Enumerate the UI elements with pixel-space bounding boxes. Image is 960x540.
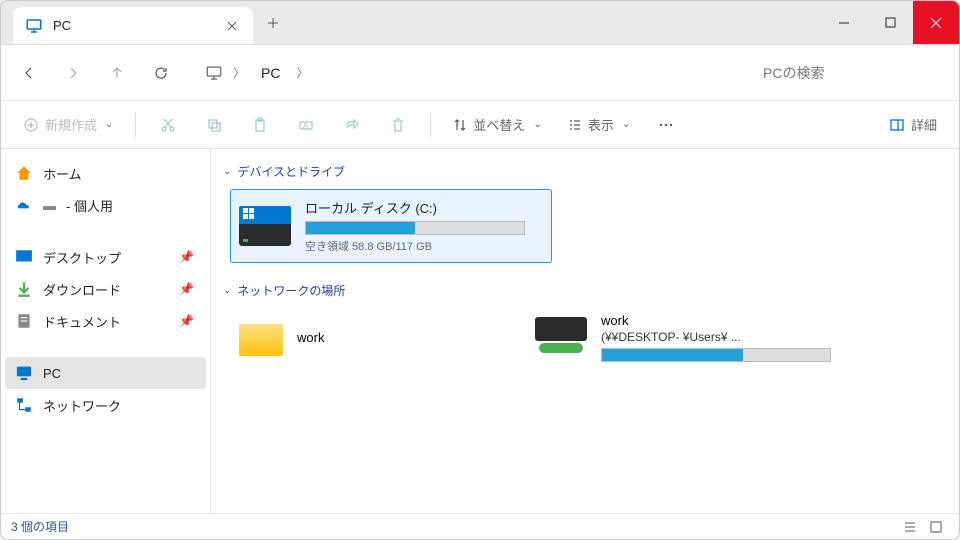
share-capacity-bar <box>601 348 831 362</box>
details-pane-icon <box>889 117 905 133</box>
breadcrumb-pc[interactable]: PC <box>255 61 286 85</box>
content-area: ⌄ デバイスとドライブ ローカル ディスク (C:) 空き領域 58.8 GB/… <box>211 149 959 513</box>
view-details-button[interactable] <box>897 517 923 537</box>
drive-local-c[interactable]: ローカル ディスク (C:) 空き領域 58.8 GB/117 GB <box>231 190 551 262</box>
back-button[interactable] <box>9 53 49 93</box>
pc-icon <box>15 364 33 382</box>
share-button[interactable] <box>332 108 372 142</box>
section-network-header[interactable]: ⌄ ネットワークの場所 <box>211 278 959 303</box>
cut-icon <box>160 117 176 133</box>
folder-icon <box>239 320 283 356</box>
cut-button[interactable] <box>148 108 188 142</box>
downloads-icon <box>15 280 33 298</box>
sidebar: ホーム ▬ - 個人用 デスクトップ 📌 ダウンロード 📌 ドキュメント 📌 <box>1 149 211 513</box>
copy-icon <box>206 117 222 133</box>
sidebar-item-downloads[interactable]: ダウンロード 📌 <box>5 273 206 305</box>
paste-button[interactable] <box>240 108 280 142</box>
drive-capacity-bar <box>305 221 525 235</box>
minimize-button[interactable] <box>821 1 867 44</box>
sidebar-item-documents[interactable]: ドキュメント 📌 <box>5 305 206 337</box>
sidebar-item-network[interactable]: ネットワーク <box>5 389 206 421</box>
desktop-icon <box>15 248 33 266</box>
statusbar: 3 個の項目 <box>1 513 959 539</box>
rename-icon: A <box>298 117 314 133</box>
svg-text:A: A <box>303 123 308 130</box>
chevron-down-icon: ⌄ <box>223 285 231 296</box>
more-icon <box>658 117 674 133</box>
pin-icon: 📌 <box>179 250 194 264</box>
paste-icon <box>252 117 268 133</box>
view-button[interactable]: 表示 ⌄ <box>558 108 640 142</box>
sort-icon <box>453 118 467 132</box>
network-icon <box>15 396 33 414</box>
share-name: work <box>601 313 867 328</box>
rename-button[interactable]: A <box>286 108 326 142</box>
delete-button[interactable] <box>378 108 418 142</box>
pin-icon: 📌 <box>179 282 194 296</box>
addressbar: 〉 PC 〉 <box>1 45 959 101</box>
view-icon <box>568 118 582 132</box>
folder-label: work <box>297 330 324 345</box>
titlebar: PC <box>1 1 959 45</box>
network-drive-icon <box>535 313 587 353</box>
network-folder-work[interactable]: work <box>231 309 511 366</box>
search-input[interactable] <box>751 57 951 89</box>
sort-button[interactable]: 並べ替え ⌄ <box>443 108 551 142</box>
tab-current[interactable]: PC <box>13 7 253 44</box>
new-button[interactable]: 新規作成 ⌄ <box>13 108 123 142</box>
chevron-down-icon: ⌄ <box>533 119 541 130</box>
share-icon <box>344 117 360 133</box>
tab-title: PC <box>53 18 213 33</box>
drive-name: ローカル ディスク (C:) <box>305 198 543 217</box>
section-devices-header[interactable]: ⌄ デバイスとドライブ <box>211 159 959 184</box>
toolbar: 新規作成 ⌄ A 並べ替え ⌄ 表示 ⌄ 詳細 <box>1 101 959 149</box>
home-icon <box>15 164 33 182</box>
sidebar-item-pc[interactable]: PC <box>5 357 206 389</box>
sidebar-item-onedrive[interactable]: ▬ - 個人用 <box>5 189 206 221</box>
maximize-button[interactable] <box>867 1 913 44</box>
share-path: (¥¥DESKTOP- ¥Users¥ ... <box>601 330 867 344</box>
delete-icon <box>390 117 406 133</box>
forward-button[interactable] <box>53 53 93 93</box>
network-share-work[interactable]: work (¥¥DESKTOP- ¥Users¥ ... <box>531 309 871 366</box>
status-item-count: 3 個の項目 <box>11 518 69 535</box>
close-button[interactable] <box>913 1 959 44</box>
chevron-right-icon: 〉 <box>227 64 251 81</box>
pc-breadcrumb-icon <box>205 64 223 82</box>
chevron-right-icon: 〉 <box>290 64 314 81</box>
drive-freespace: 空き領域 58.8 GB/117 GB <box>305 238 543 254</box>
refresh-button[interactable] <box>141 53 181 93</box>
sidebar-item-desktop[interactable]: デスクトップ 📌 <box>5 241 206 273</box>
onedrive-icon <box>15 196 33 214</box>
pin-icon: 📌 <box>179 314 194 328</box>
pc-icon <box>25 17 43 35</box>
more-button[interactable] <box>646 108 686 142</box>
chevron-down-icon: ⌄ <box>105 119 113 130</box>
chevron-down-icon: ⌄ <box>622 119 630 130</box>
new-tab-button[interactable] <box>253 1 293 44</box>
up-button[interactable] <box>97 53 137 93</box>
tab-close-button[interactable] <box>223 17 241 35</box>
drive-icon <box>239 206 291 246</box>
view-tiles-button[interactable] <box>923 517 949 537</box>
sidebar-item-home[interactable]: ホーム <box>5 157 206 189</box>
details-pane-button[interactable]: 詳細 <box>879 108 947 142</box>
chevron-down-icon: ⌄ <box>223 166 231 177</box>
documents-icon <box>15 312 33 330</box>
copy-button[interactable] <box>194 108 234 142</box>
